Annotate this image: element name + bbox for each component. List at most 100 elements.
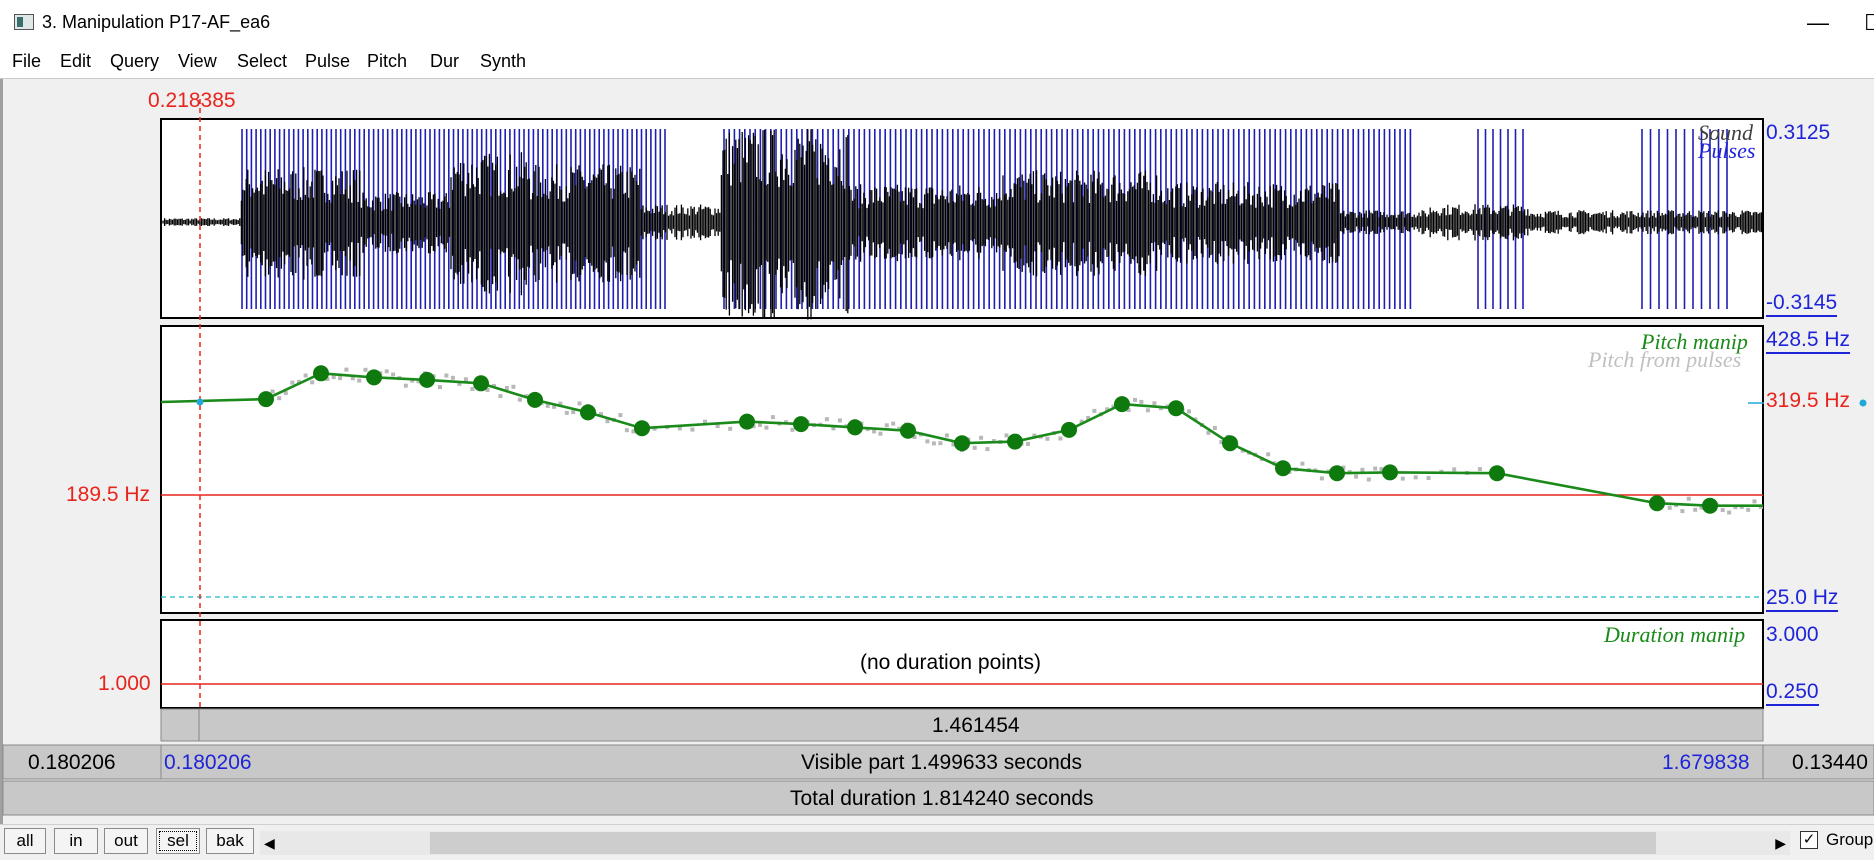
menu-dur[interactable]: Dur (430, 51, 459, 72)
pitch-pulse-point (571, 410, 576, 415)
duration-reference-label: 1.000 (98, 672, 151, 695)
minimize-button[interactable]: — (1790, 0, 1846, 46)
zoom-back-button[interactable]: bak (206, 828, 254, 854)
pitch-pulse-point (985, 447, 990, 452)
editor-drawing[interactable] (0, 79, 1874, 824)
pitch-pulse-point (1092, 408, 1097, 413)
pitch-pulse-point (1373, 466, 1378, 471)
menu-synth[interactable]: Synth (480, 51, 526, 72)
pitch-pulse-point (577, 401, 582, 406)
praat-window-icon (14, 14, 34, 30)
pitch-pulse-point (938, 441, 943, 446)
pitch-pulse-point (498, 394, 503, 399)
pitch-manip-point (473, 375, 489, 392)
pitch-pulse-point (1426, 476, 1431, 480)
pitch-pulse-point (1004, 433, 1009, 438)
pitch-pulse-point (979, 435, 984, 440)
pitch-pulse-point (891, 421, 896, 426)
pitch-manip-point (793, 416, 809, 433)
duration-top-label: 3.000 (1766, 623, 1819, 646)
pitch-from-pulses-title: Pitch from pulses (1588, 347, 1742, 372)
menu-file[interactable]: File (12, 51, 41, 72)
pitch-manip-point (1275, 460, 1291, 477)
pitch-pulse-point (290, 380, 295, 385)
right-outside-duration: 0.13440 (1792, 751, 1868, 774)
visible-part-label: Visible part 1.499633 seconds (801, 751, 1082, 774)
pitch-pulse-point (438, 385, 442, 390)
pitch-pulse-point (310, 380, 315, 385)
pitch-pulse-point (363, 367, 368, 372)
visible-start-time: 0.180206 (164, 751, 252, 774)
cursor-time-label: 0.218385 (148, 89, 236, 112)
pitch-pulse-point (884, 423, 889, 428)
pitch-pulse-point (517, 397, 522, 402)
pitch-pulse-point (1366, 477, 1371, 482)
pitch-cursor-value-label: 319.5 Hz (1766, 389, 1851, 412)
pitch-manip-point (1329, 465, 1345, 482)
pitch-pulse-point (1693, 507, 1698, 512)
pitch-pulse-point (790, 427, 795, 432)
pitch-manip-point (1007, 433, 1023, 450)
zoom-out-button[interactable]: out (104, 828, 148, 854)
zoom-sel-button[interactable]: sel (156, 828, 200, 854)
pitch-manip-point (1382, 464, 1398, 481)
pitch-manip-point (900, 422, 916, 439)
menu-view[interactable]: View (178, 51, 217, 72)
pitch-pulse-point (770, 415, 775, 420)
scroll-left-arrow-icon[interactable]: ◀ (264, 835, 275, 852)
pulses-title: Pulses (1698, 138, 1756, 163)
pitch-pulse-point (1752, 499, 1757, 504)
pitch-pulse-point (303, 373, 308, 378)
group-checkbox[interactable]: ✓ (1800, 831, 1818, 849)
pitch-manip-point (313, 365, 329, 382)
pitch-pulse-point (403, 383, 408, 388)
menu-pulse[interactable]: Pulse (305, 51, 350, 72)
menu-select[interactable]: Select (237, 51, 287, 72)
pitch-pulse-point (1026, 441, 1030, 446)
pitch-pulse-point (1727, 510, 1732, 515)
pitch-pulse-point (837, 418, 842, 423)
pitch-pulse-point (972, 445, 977, 450)
scroll-right-arrow-icon[interactable]: ▶ (1775, 835, 1786, 852)
pitch-manip-point (1168, 400, 1184, 417)
pitch-panel[interactable] (160, 325, 1764, 614)
pitch-pulse-point (391, 372, 396, 377)
maximize-button[interactable]: ☐ (1846, 0, 1874, 46)
pitch-pulse-point (1058, 436, 1063, 441)
menu-pitch[interactable]: Pitch (367, 51, 407, 72)
window-title: 3. Manipulation P17-AF_ea6 (42, 12, 271, 32)
pitch-manip-point (1061, 421, 1077, 438)
pitch-pulse-point (1746, 507, 1751, 512)
pitch-pulse-point (1413, 475, 1418, 480)
zoom-all-button[interactable]: all (4, 828, 46, 854)
pitch-cursor-dot (1859, 399, 1867, 407)
pitch-manip-point (739, 413, 755, 430)
pitch-pulse-point (1145, 408, 1150, 413)
menu-edit[interactable]: Edit (60, 51, 91, 72)
pitch-pulse-point (1360, 467, 1365, 472)
pitch-manip-point (419, 371, 435, 388)
pitch-pulse-point (1045, 436, 1050, 441)
pitch-pulse-point (277, 396, 282, 401)
menu-bar: File Edit Query View Select Pulse Pitch … (0, 46, 1874, 79)
pitch-pulse-point (764, 425, 769, 430)
pitch-manip-point (1489, 465, 1505, 482)
pitch-pulse-point (384, 369, 389, 374)
pitch-manip-point (954, 435, 970, 452)
pitch-pulse-point (690, 427, 695, 432)
pitch-pulse-point (1667, 505, 1672, 510)
menu-query[interactable]: Query (110, 51, 159, 72)
pitch-pulse-point (338, 376, 343, 381)
pitch-pulse-point (1452, 467, 1457, 472)
time-scrollbar[interactable]: ◀ ▶ (260, 831, 1790, 855)
pitch-pulse-point (450, 375, 455, 380)
selection-bar-left[interactable] (160, 708, 200, 742)
pitch-pulse-point (1133, 397, 1137, 402)
scroll-thumb[interactable] (430, 832, 1656, 854)
pitch-pulse-point (1686, 496, 1691, 501)
pitch-pulse-point (331, 375, 336, 380)
visible-end-time: 1.679838 (1662, 751, 1750, 774)
zoom-in-button[interactable]: in (54, 828, 98, 854)
pitch-pulse-point (470, 387, 475, 391)
pitch-manip-point (527, 391, 543, 408)
